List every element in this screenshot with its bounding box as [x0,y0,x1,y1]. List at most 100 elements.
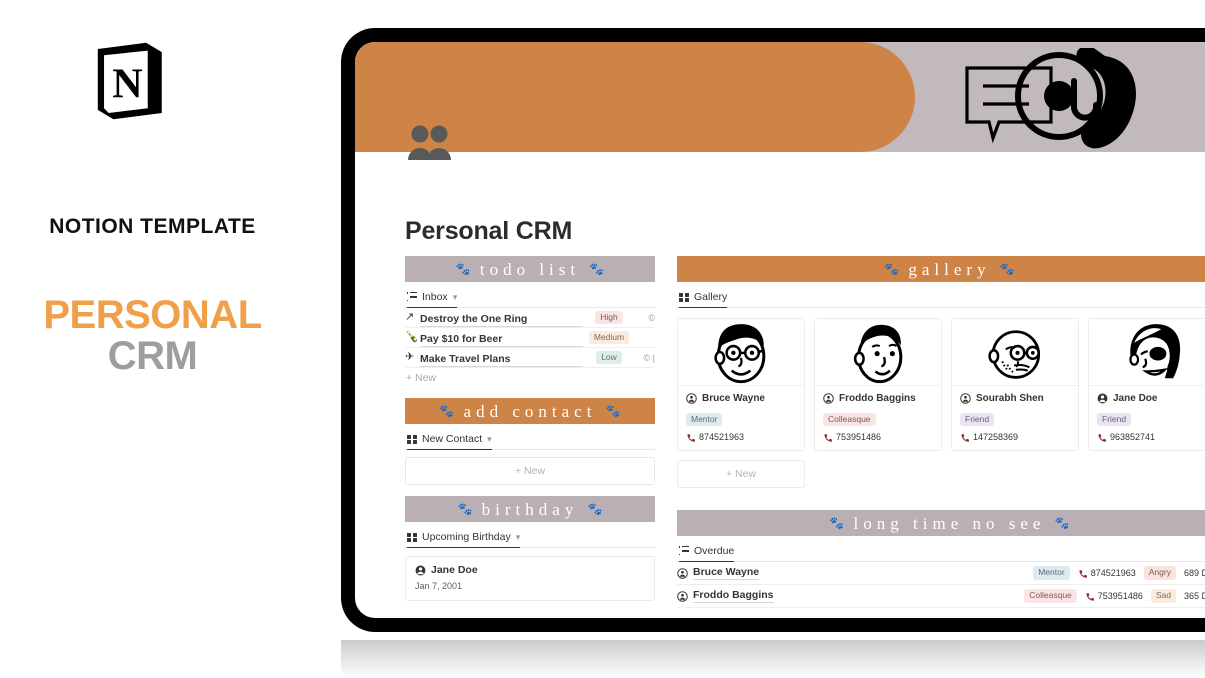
phone-icon [687,433,695,442]
todo-row[interactable]: 🍾 Pay $10 for Beer Medium [405,328,655,348]
section-header-birthday: 🐾 birthday 🐾 [405,496,655,522]
device-reflection [341,640,1205,678]
overdue-row-phone: 753951486 [1097,591,1143,601]
phone-icon [824,433,832,442]
todo-row-trailing: © | [643,352,655,363]
add-contact-view-bar[interactable]: New Contact ▾ [405,433,655,450]
gallery-card-body: Froddo Baggins Colleasque 753951486 [815,386,941,450]
chevron-down-icon: ▾ [452,291,458,302]
todo-row[interactable]: ✈ Make Travel Plans Low © | [405,348,655,368]
right-column: 🐾 gallery 🐾 Gallery Bruce Wayne Mentor 8… [677,256,1205,608]
person-circle-icon [686,393,697,404]
page-title: Personal CRM [405,217,573,245]
two-people-icon [407,124,453,164]
gallery-card-phone-row: 874521963 [686,432,796,442]
view-tab-new-contact-label: New Contact [422,433,483,445]
gallery-card[interactable]: Sourabh Shen Friend 147258369 [951,318,1079,451]
gallery-card-name-row: Jane Doe [1097,393,1205,404]
todo-view-bar[interactable]: Inbox ▾ [405,291,655,308]
todo-priority-tag: Low [583,350,635,365]
overdue-row[interactable]: Bruce Wayne Mentor 874521963 Angry 689 D… [677,562,1205,585]
section-header-long-time-no-see-label: long time no see [853,514,1046,533]
view-tab-inbox[interactable]: Inbox ▾ [407,291,458,308]
phone-icon [961,433,969,442]
birthday-card-name: Jane Doe [431,564,478,576]
section-header-add-contact: 🐾 add contact 🐾 [405,398,655,424]
gallery-card-tag: Mentor [686,413,723,427]
plane-icon: ✈ [405,351,415,363]
overdue-row-name-cell: Bruce Wayne [677,566,1033,580]
overdue-row-days: 689 Days [1183,568,1205,578]
promo-panel: N NOTION TEMPLATE PERSONAL CRM [0,0,345,678]
paw-icon: 🐾 [605,404,621,418]
todo-row[interactable]: ↗ Destroy the One Ring High © [405,308,655,328]
section-header-long-time-no-see: 🐾 long time no see 🐾 [677,510,1205,536]
todo-new-button[interactable]: + New [405,368,655,384]
gallery-card-body: Bruce Wayne Mentor 874521963 [678,386,804,450]
chevron-down-icon: ▾ [487,433,492,444]
gallery-card-phone-row: 147258369 [960,432,1070,442]
person-circle-icon [677,590,688,602]
gallery-card[interactable]: Froddo Baggins Colleasque 753951486 [814,318,942,451]
todo-row-title: Destroy the One Ring [420,313,583,327]
gallery-card-phone-row: 753951486 [823,432,933,442]
section-header-todo-list-label: todo list [479,260,581,279]
paw-icon: 🐾 [455,262,471,276]
page-content: 🐾 todo list 🐾 Inbox ▾ ↗ Destroy the One … [355,256,1205,618]
gallery-view-icon [407,532,417,542]
gallery-card-name: Bruce Wayne [702,393,765,404]
person-circle-icon [960,393,971,404]
view-tab-gallery[interactable]: Gallery [679,291,728,308]
svg-text:N: N [112,60,142,107]
view-tab-upcoming-birthday[interactable]: Upcoming Birthday ▾ [407,531,521,548]
gallery-card-body: Jane Doe Friend 963852741 [1089,386,1205,450]
gallery-new-button[interactable]: + New [677,460,805,488]
paw-icon: 🐾 [587,502,603,516]
face-wavy-hair [815,319,941,386]
page-cover-banner [355,42,1205,152]
laptop-device-frame: Personal CRM 🐾 todo list 🐾 Inbox ▾ ↗ Des… [341,28,1205,632]
person-circle-icon [677,567,688,579]
face-bald-beard-glasses [952,319,1078,386]
todo-priority-tag: Medium [583,330,635,345]
paw-icon: 🐾 [999,262,1015,276]
phone-icon [1086,592,1094,601]
overdue-row-name: Bruce Wayne [693,566,760,580]
gallery-card-phone: 963852741 [1110,432,1156,442]
phone-icon [1098,433,1106,442]
overdue-row[interactable]: Froddo Baggins Colleasque 753951486 Sad … [677,585,1205,608]
gallery-card-tag: Colleasque [823,413,876,427]
view-tab-gallery-label: Gallery [694,291,728,303]
section-header-add-contact-label: add contact [463,402,597,421]
gallery-card-phone-row: 963852741 [1097,432,1205,442]
promo-title-line2: CRM [107,333,198,378]
view-tab-overdue-label: Overdue [694,545,735,557]
view-tab-new-contact[interactable]: New Contact ▾ [407,433,492,450]
paw-icon: 🐾 [439,404,455,418]
view-tab-overdue[interactable]: Overdue [679,545,735,562]
todo-row-title: Pay $10 for Beer [420,333,583,347]
overdue-row-meta: Colleasque 753951486 Sad 365 Days [1024,589,1205,603]
face-bob-sunglasses [1089,319,1205,386]
overdue-row-tag: Colleasque [1024,589,1077,603]
gallery-view-bar[interactable]: Gallery [677,291,1205,308]
gallery-card[interactable]: Jane Doe Friend 963852741 [1088,318,1205,451]
overdue-row-days: 365 Days [1183,591,1205,601]
gallery-card-phone: 753951486 [836,432,882,442]
paw-icon: 🐾 [829,516,845,530]
todo-priority-tag: High [583,310,635,325]
view-tab-inbox-label: Inbox [422,291,448,303]
add-contact-new-button[interactable]: + New [405,457,655,485]
paw-icon: 🐾 [884,262,900,276]
overdue-view-bar[interactable]: Overdue [677,545,1205,562]
person-filled-icon [415,565,426,575]
birthday-view-bar[interactable]: Upcoming Birthday ▾ [405,531,655,548]
gallery-card-name: Froddo Baggins [839,393,916,404]
gallery-card[interactable]: Bruce Wayne Mentor 874521963 [677,318,805,451]
promo-title-line1: PERSONAL [43,293,262,337]
at-sign-phone-speech-bubble-icon [955,45,1155,152]
overdue-row-name-cell: Froddo Baggins [677,589,1024,603]
birthday-card[interactable]: Jane Doe Jan 7, 2001 [405,556,655,601]
section-header-gallery: 🐾 gallery 🐾 [677,256,1205,282]
overdue-row-phone: 874521963 [1090,568,1136,578]
